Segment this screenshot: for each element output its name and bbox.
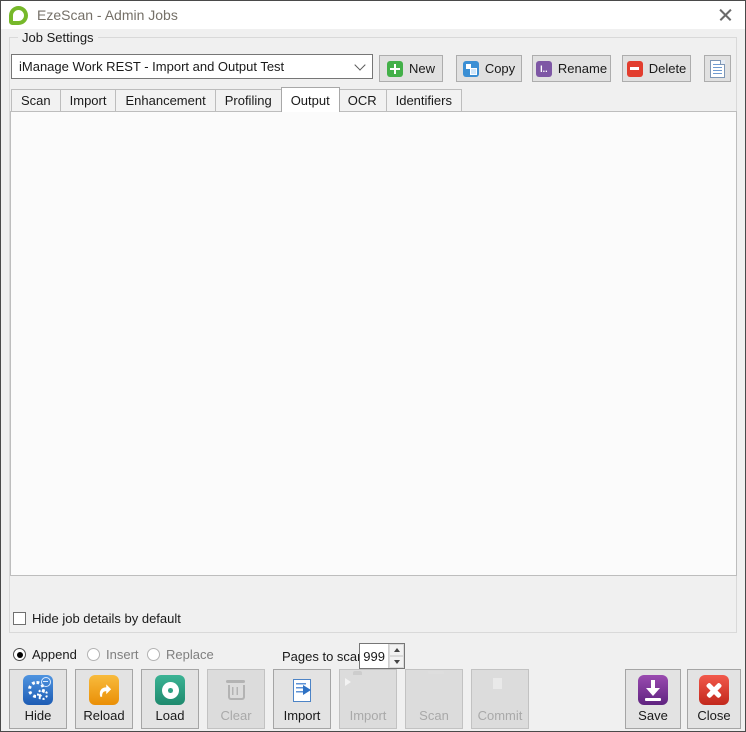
scan-button: Scan: [405, 669, 463, 729]
save-download-icon: [638, 675, 668, 705]
load-button[interactable]: Load: [141, 669, 199, 729]
job-select-value: iManage Work REST - Import and Output Te…: [19, 59, 350, 74]
rename-button-label: Rename: [558, 61, 607, 76]
pages-to-scan-label: Pages to scan: [282, 649, 364, 664]
import-folder-button: Import: [339, 669, 397, 729]
scanner-icon: [419, 675, 449, 705]
reload-button[interactable]: Reload: [75, 669, 133, 729]
ezescan-admin-jobs-window: EzeScan - Admin Jobs Job Settings iManag…: [0, 0, 746, 732]
scan-button-label: Scan: [419, 708, 449, 723]
insert-radio: [87, 648, 100, 661]
copy-job-button[interactable]: Copy: [456, 55, 522, 82]
close-button-label: Close: [697, 708, 730, 723]
new-button-label: New: [409, 61, 435, 76]
replace-label: Replace: [166, 647, 214, 662]
close-button[interactable]: Close: [687, 669, 741, 729]
replace-radio-row: Replace: [147, 647, 214, 662]
window-title: EzeScan - Admin Jobs: [37, 7, 178, 23]
tab-import[interactable]: Import: [61, 89, 117, 112]
rename-job-button[interactable]: Rename: [532, 55, 611, 82]
import-folder-icon: [353, 675, 383, 705]
new-job-button[interactable]: New: [379, 55, 443, 82]
hide-gears-icon: [23, 675, 53, 705]
save-button-label: Save: [638, 708, 668, 723]
replace-radio: [147, 648, 160, 661]
import-button-label: Import: [284, 708, 321, 723]
copy-icon: [463, 61, 479, 77]
title-bar: EzeScan - Admin Jobs: [1, 1, 745, 29]
chevron-down-icon: [354, 59, 365, 70]
reload-arrow-icon: [89, 675, 119, 705]
save-button[interactable]: Save: [625, 669, 681, 729]
tab-ocr[interactable]: OCR: [339, 89, 387, 112]
tab-enhancement[interactable]: Enhancement: [116, 89, 215, 112]
hide-button[interactable]: Hide: [9, 669, 67, 729]
hide-job-details-label: Hide job details by default: [32, 611, 181, 626]
document-icon: [710, 60, 725, 78]
close-x-icon: [699, 675, 729, 705]
tab-scan[interactable]: Scan: [11, 89, 61, 112]
import-button[interactable]: Import: [273, 669, 331, 729]
insert-label: Insert: [106, 647, 139, 662]
new-icon: [387, 61, 403, 77]
clear-button-label: Clear: [220, 708, 251, 723]
hide-button-label: Hide: [25, 708, 52, 723]
spin-down-icon[interactable]: [389, 656, 404, 668]
append-label: Append: [32, 647, 77, 662]
commit-button-label: Commit: [478, 708, 523, 723]
load-button-label: Load: [156, 708, 185, 723]
clear-button: Clear: [207, 669, 265, 729]
job-tabs: Scan Import Enhancement Profiling Output…: [11, 87, 462, 112]
reload-button-label: Reload: [83, 708, 124, 723]
append-radio[interactable]: [13, 648, 26, 661]
load-disc-icon: [155, 675, 185, 705]
spin-up-icon[interactable]: [389, 644, 404, 656]
pages-to-scan-value: 999: [360, 644, 388, 668]
spinner-buttons: [388, 644, 404, 668]
tab-profiling[interactable]: Profiling: [216, 89, 282, 112]
append-radio-row: Append: [13, 647, 77, 662]
delete-icon: [627, 61, 643, 77]
hide-job-details-checkbox[interactable]: [13, 612, 26, 625]
window-close-icon[interactable]: [715, 4, 737, 26]
rename-icon: [536, 61, 552, 77]
ezescan-logo-icon: [9, 6, 28, 25]
delete-job-button[interactable]: Delete: [622, 55, 691, 82]
tab-output[interactable]: Output: [281, 87, 340, 112]
job-settings-legend: Job Settings: [18, 30, 98, 45]
import-folder-button-label: Import: [350, 708, 387, 723]
trash-icon: [221, 675, 251, 705]
commit-button: Commit: [471, 669, 529, 729]
insert-radio-row: Insert: [87, 647, 139, 662]
hide-job-details-row: Hide job details by default: [13, 611, 181, 626]
import-document-icon: [287, 675, 317, 705]
delete-button-label: Delete: [649, 61, 687, 76]
tab-identifiers[interactable]: Identifiers: [387, 89, 462, 112]
job-select[interactable]: iManage Work REST - Import and Output Te…: [11, 54, 373, 79]
pages-to-scan-spinner[interactable]: 999: [359, 643, 405, 669]
output-tab-panel: [10, 111, 737, 576]
copy-button-label: Copy: [485, 61, 515, 76]
commit-icon: [485, 675, 515, 705]
job-notes-button[interactable]: [704, 55, 731, 82]
